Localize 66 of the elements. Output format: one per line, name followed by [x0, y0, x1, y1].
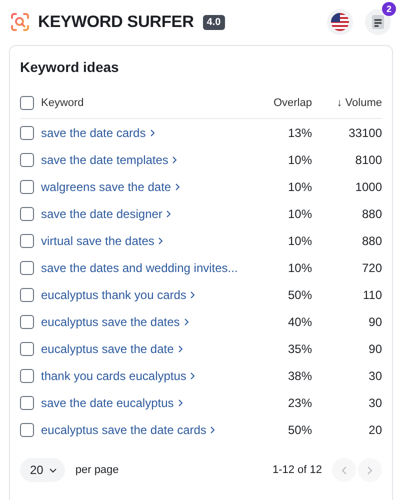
keyword-link[interactable]: save the date templates [41, 152, 168, 166]
overlap-cell-text: 10% [286, 180, 312, 194]
row-checkbox[interactable] [20, 260, 34, 274]
volume-cell-text: 90 [368, 342, 382, 356]
column-header[interactable]: Keyword [41, 97, 252, 109]
volume-cell-text: 33100 [348, 126, 382, 140]
row-checkbox[interactable] [20, 180, 34, 194]
row-checkbox[interactable] [20, 342, 34, 356]
volume-cell-text: 1000 [354, 180, 382, 194]
overlap-cell-text: 40% [286, 314, 312, 328]
volume-cell-text: 30 [368, 368, 382, 382]
keyword-link[interactable]: walgreens save the date [41, 180, 172, 194]
overlap-cell-text: 10% [286, 234, 312, 248]
row-checkbox[interactable] [20, 126, 34, 140]
caret-icon [49, 468, 58, 472]
overlap-cell-text: 10% [286, 260, 312, 274]
keyword-link[interactable]: save the date eucalyptus [41, 396, 174, 410]
volume-cell-text: 8100 [354, 152, 382, 166]
keyword-link[interactable]: eucalyptus thank you cards [41, 288, 186, 302]
notification-badge: 2 [382, 2, 396, 16]
keyword-link[interactable]: save the date cards [41, 126, 146, 140]
flag-icon [331, 13, 349, 31]
per-page-label: per page [75, 464, 119, 476]
keyword-link[interactable]: save the dates and wedding invites... [41, 260, 238, 274]
volume-cell-text: 20 [368, 422, 382, 436]
volume-cell-text: 880 [360, 234, 382, 248]
keyword-link[interactable]: eucalyptus save the date [41, 342, 174, 356]
row-checkbox[interactable] [20, 396, 34, 410]
row-checkbox[interactable] [20, 234, 34, 248]
country-button[interactable] [327, 9, 353, 35]
volume-cell-text: 30 [368, 396, 382, 410]
row-checkbox[interactable] [20, 314, 34, 328]
volume-cell-text: 90 [368, 314, 382, 328]
column-header[interactable]: Overlap [252, 97, 312, 109]
column-header[interactable]: ↓ Volume [312, 97, 382, 109]
chevron-left-icon [341, 466, 347, 474]
app-name: KEYWORD SURFER [38, 12, 194, 32]
volume-cell-text: 110 [362, 288, 382, 302]
list-icon [372, 15, 384, 29]
keyword-link[interactable]: save the date designer [41, 206, 162, 220]
row-checkbox[interactable] [20, 206, 34, 220]
page-size-dropdown[interactable]: 20 [20, 458, 66, 482]
logo-icon [10, 12, 30, 32]
overlap-cell-text: 23% [286, 396, 312, 410]
overlap-cell-text: 50% [286, 422, 312, 436]
keyword-link[interactable]: virtual save the dates [41, 234, 154, 248]
page-range: 1-12 of 12 [272, 464, 322, 476]
keyword-link[interactable]: eucalyptus save the dates [41, 314, 180, 328]
row-checkbox[interactable] [20, 152, 34, 166]
row-checkbox[interactable] [20, 422, 34, 436]
row-checkbox[interactable] [20, 368, 34, 382]
keyword-link[interactable]: thank you cards eucalyptus [41, 368, 186, 382]
chevron-right-icon [367, 466, 373, 474]
overlap-cell-text: 38% [286, 368, 312, 382]
version-badge: 4.0 [202, 14, 225, 30]
row-checkbox[interactable] [20, 288, 34, 302]
volume-cell-text: 720 [360, 260, 382, 274]
overlap-cell-text: 50% [286, 288, 312, 302]
keyword-link[interactable]: eucalyptus save the date cards [41, 422, 206, 436]
overlap-cell-text: 13% [286, 126, 312, 140]
overlap-cell-text: 10% [286, 206, 312, 220]
overlap-cell-text: 35% [286, 342, 312, 356]
volume-cell-text: 880 [360, 206, 382, 220]
card-title: Keyword ideas [20, 58, 120, 77]
overlap-cell-text: 10% [286, 152, 312, 166]
select-all-checkbox[interactable] [20, 96, 34, 110]
